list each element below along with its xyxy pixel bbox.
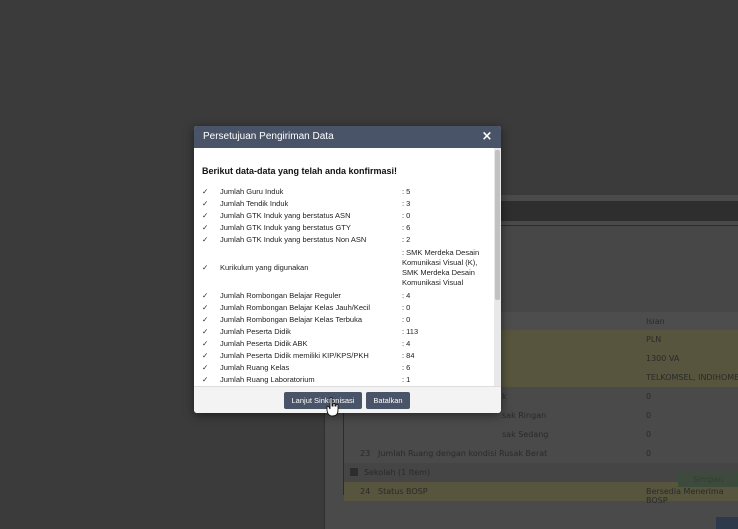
item-value: : 0 (402, 211, 411, 220)
item-value: : 2 (402, 235, 411, 244)
continue-sync-button[interactable]: Lanjut Sinkronisasi (284, 392, 362, 409)
check-icon: ✓ (202, 375, 209, 384)
item-label: Jumlah Rombongan Belajar Kelas Jauh/Keci… (220, 303, 371, 312)
corner-button[interactable] (716, 517, 738, 529)
item-value: : 5 (402, 187, 411, 196)
item-label: Jumlah Rombongan Belajar Kelas Terbuka (220, 315, 363, 324)
check-icon: ✓ (202, 211, 209, 220)
item-label: Jumlah Peserta Didik (220, 327, 291, 336)
scrollbar-thumb[interactable] (495, 150, 500, 300)
table-row: sak Sedang 0 (344, 425, 738, 444)
save-button[interactable]: Simpan (678, 471, 738, 487)
list-item: ✓ Jumlah GTK Induk yang berstatus GTY : 6 (202, 222, 494, 234)
confirmation-heading: Berikut data-data yang telah anda konfir… (202, 166, 398, 176)
item-value: : 6 (402, 363, 411, 372)
item-value: : 113 (402, 327, 419, 336)
list-item: ✓ Jumlah GTK Induk yang berstatus Non ASN… (202, 234, 494, 246)
collapse-icon[interactable] (350, 468, 358, 476)
item-label: Jumlah Peserta Didik memiliki KIP/KPS/PK… (220, 351, 369, 360)
list-item: ✓ Kurikulum yang digunakan : SMK Merdeka D… (202, 246, 494, 290)
item-label: Jumlah Peserta Didik ABK (220, 339, 308, 348)
item-value: : 4 (402, 291, 411, 300)
item-label: Jumlah Ruang Kelas (220, 363, 290, 372)
item-value: : 4 (402, 339, 411, 348)
cancel-button[interactable]: Batalkan (366, 392, 410, 409)
table-row: 23 Jumlah Ruang dengan kondisi Rusak Ber… (344, 444, 738, 463)
list-item: ✓ Jumlah GTK Induk yang berstatus ASN : 0 (202, 210, 494, 222)
item-label: Jumlah Guru Induk (220, 187, 284, 196)
item-label: Jumlah Rombongan Belajar Reguler (220, 291, 341, 300)
sync-confirmation-modal: Persetujuan Pengiriman Data × Berikut da… (194, 126, 501, 413)
check-icon: ✓ (202, 303, 209, 312)
item-value: : 6 (402, 223, 411, 232)
item-label: Jumlah Ruang Laboratorium (220, 375, 315, 384)
column-header-isian: Isian (646, 317, 665, 326)
check-icon: ✓ (202, 223, 209, 232)
item-value: : 0 (402, 303, 411, 312)
list-item: ✓ Jumlah Ruang Laboratorium : 1 (202, 374, 494, 386)
item-label: Kurikulum yang digunakan (220, 263, 309, 272)
close-icon[interactable]: × (481, 130, 493, 144)
list-item: ✓ Jumlah Rombongan Belajar Reguler : 4 (202, 290, 494, 302)
item-label: Jumlah GTK Induk yang berstatus GTY (220, 223, 351, 232)
list-item: ✓ Jumlah Rombongan Belajar Kelas Terbuka:… (202, 314, 494, 326)
check-icon: ✓ (202, 327, 209, 336)
item-label: Jumlah Tendik Induk (220, 199, 289, 208)
list-item: ✓ Jumlah Peserta Didik : 113 (202, 326, 494, 338)
list-item: ✓ Jumlah Peserta Didik ABK : 4 (202, 338, 494, 350)
modal-body[interactable]: Berikut data-data yang telah anda konfir… (194, 148, 494, 386)
check-icon: ✓ (202, 199, 209, 208)
list-item: ✓ Jumlah Tendik Induk : 3 (202, 198, 494, 210)
item-value: : 0 (402, 315, 411, 324)
item-value: : 1 (402, 375, 411, 384)
item-value: : SMK Merdeka Desain Komunikasi Visual (… (402, 248, 480, 287)
check-icon: ✓ (202, 315, 209, 324)
modal-header: Persetujuan Pengiriman Data × (194, 126, 501, 148)
check-icon: ✓ (202, 263, 209, 272)
item-label: Jumlah GTK Induk yang berstatus Non ASN (220, 235, 367, 244)
check-icon: ✓ (202, 351, 209, 360)
item-value: : 3 (402, 199, 411, 208)
list-item: ✓ Jumlah Peserta Didik memiliki KIP/KPS/P… (202, 350, 494, 362)
check-icon: ✓ (202, 235, 209, 244)
check-icon: ✓ (202, 363, 209, 372)
modal-title: Persetujuan Pengiriman Data (203, 131, 334, 142)
list-item: ✓ Jumlah Rombongan Belajar Kelas Jauh/Kec… (202, 302, 494, 314)
check-icon: ✓ (202, 187, 209, 196)
check-icon: ✓ (202, 291, 209, 300)
list-item: ✓ Jumlah Guru Induk : 5 (202, 186, 494, 198)
check-icon: ✓ (202, 339, 209, 348)
confirmation-list: ✓ Jumlah Guru Induk : 5 ✓ Jumlah Tendik Indu… (202, 186, 494, 386)
hand-cursor-icon (326, 397, 339, 417)
item-value: : 84 (402, 351, 415, 360)
list-item: ✓ Jumlah Ruang Kelas : 6 (202, 362, 494, 374)
modal-footer: Lanjut Sinkronisasi Batalkan (194, 386, 501, 413)
item-label: Jumlah GTK Induk yang berstatus ASN (220, 211, 351, 220)
